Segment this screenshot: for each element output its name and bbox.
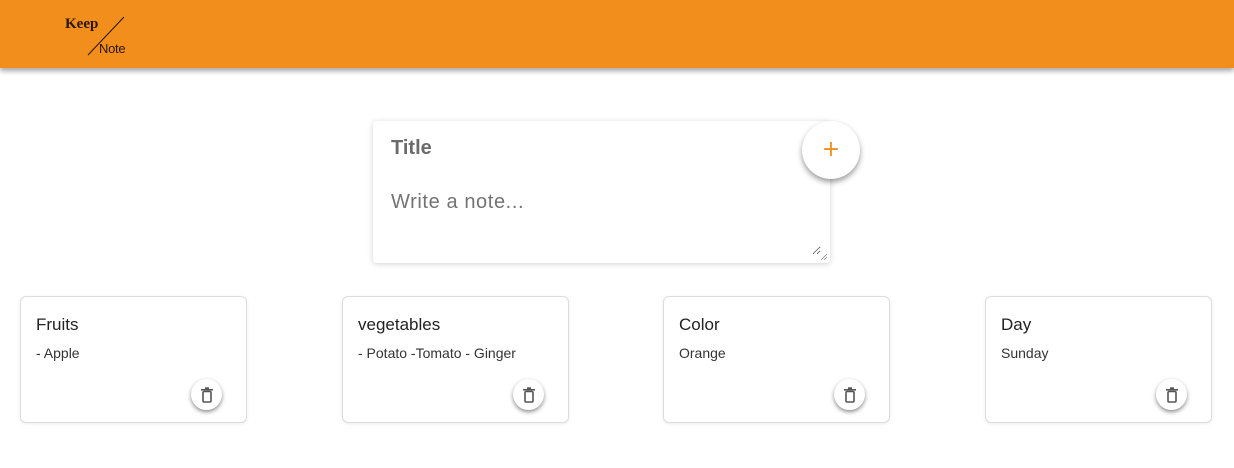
delete-note-button[interactable] [513,379,544,410]
logo-text-note: Note [99,41,126,56]
note-composer [373,121,830,263]
note-content: - Potato -Tomato - Ginger [358,345,516,361]
delete-note-button[interactable] [1156,379,1187,410]
note-content: Sunday [1001,345,1049,361]
plus-icon: + [821,137,841,162]
note-card: vegetables - Potato -Tomato - Ginger [342,296,569,423]
add-note-button[interactable]: + [802,121,860,179]
resize-grip-icon[interactable] [820,253,828,261]
note-content: - Apple [36,345,80,361]
note-title: vegetables [358,315,441,334]
trash-icon [522,386,535,403]
note-textarea[interactable] [391,191,821,255]
app-header: Keep Note [0,0,1234,68]
delete-note-button[interactable] [191,379,222,410]
note-content: Orange [679,345,726,361]
trash-icon [843,386,856,403]
trash-icon [200,386,213,403]
note-card: Color Orange [663,296,890,423]
note-title: Fruits [36,315,79,334]
keep-note-logo[interactable]: Keep Note [64,13,130,59]
note-title: Color [679,315,720,334]
title-input[interactable] [391,137,791,160]
note-card: Fruits - Apple [20,296,247,423]
delete-note-button[interactable] [834,379,865,410]
note-title: Day [1001,315,1032,334]
trash-icon [1165,386,1178,403]
logo-text-keep: Keep [65,16,99,32]
note-card: Day Sunday [985,296,1212,423]
